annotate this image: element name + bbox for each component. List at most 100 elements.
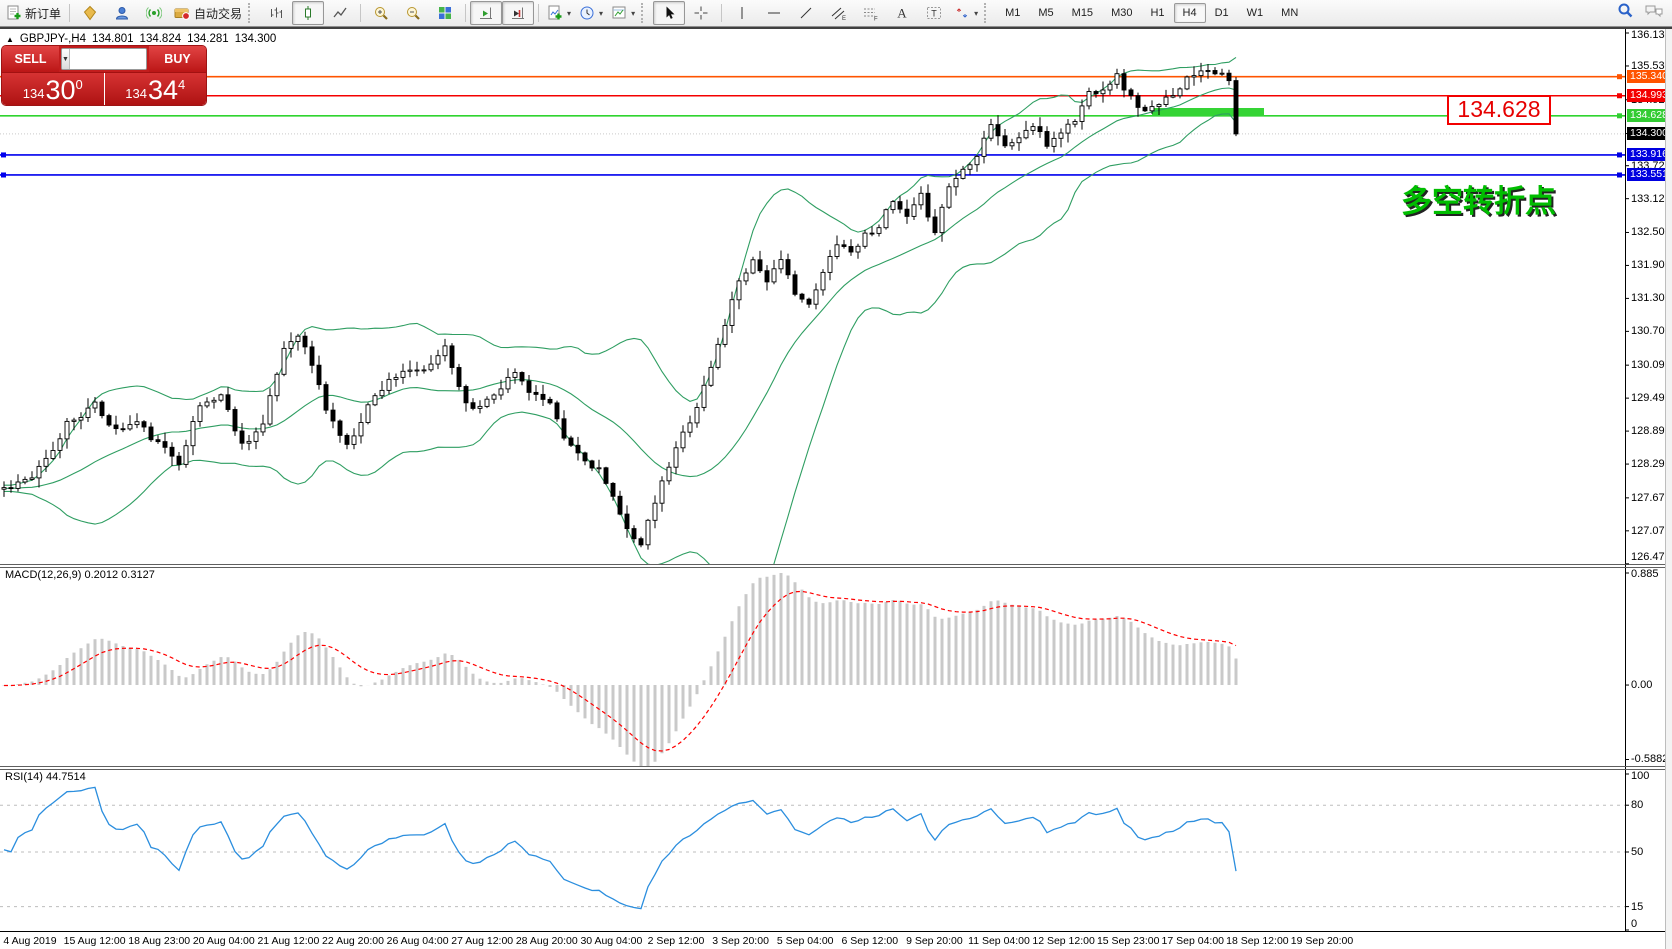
text-label-icon: T: [926, 5, 942, 21]
text-button[interactable]: A: [886, 1, 918, 25]
vertical-line-icon: [734, 5, 750, 21]
timeframe-button-h4[interactable]: H4: [1174, 3, 1206, 23]
chevron-down-icon: ▾: [599, 9, 603, 18]
turning-point-annotation[interactable]: 多空转折点: [1360, 176, 1556, 221]
cursor-icon: [661, 5, 677, 21]
time-axis-label: 4 Aug 2019: [3, 935, 56, 947]
candlestick-icon: [300, 5, 316, 21]
time-axis-label: 18 Aug 23:00: [128, 935, 190, 947]
line-chart-icon: [332, 5, 348, 21]
buy-price-big: 34: [148, 77, 178, 104]
timeframe-button-m1[interactable]: M1: [996, 3, 1029, 23]
one-click-trading-panel: SELL ▼ ▲ BUY 134300 134344: [2, 46, 206, 105]
timeframe-button-m30[interactable]: M30: [1102, 3, 1141, 23]
sell-price-sup: 0: [76, 77, 83, 92]
rsi-axis-tick: 80: [1631, 799, 1643, 811]
svg-text:A: A: [897, 6, 907, 21]
text-label-button[interactable]: T: [918, 1, 950, 25]
zoom-out-icon: [405, 5, 421, 21]
macd-axis-tick: 0.885: [1631, 568, 1659, 580]
line-chart-button[interactable]: [324, 1, 356, 25]
collapse-arrow-icon[interactable]: ▲: [6, 35, 14, 44]
time-axis-label: 12 Sep 12:00: [1032, 935, 1094, 947]
indicators-button[interactable]: ▾: [543, 1, 575, 25]
svg-text:E: E: [842, 16, 846, 21]
chart-plot-area[interactable]: [0, 29, 1625, 932]
equidistant-channel-button[interactable]: E: [822, 1, 854, 25]
trendline-button[interactable]: [790, 1, 822, 25]
timeframe-button-w1[interactable]: W1: [1238, 3, 1273, 23]
metaeditor-button[interactable]: [74, 1, 106, 25]
autotrading-button[interactable]: 自动交易: [170, 1, 246, 25]
timeframe-button-h1[interactable]: H1: [1141, 3, 1173, 23]
separator: [721, 4, 722, 22]
chart-shift-button[interactable]: [502, 1, 534, 25]
vertical-line-button[interactable]: [726, 1, 758, 25]
toolbar-right: [1617, 2, 1664, 24]
time-axis-label: 18 Sep 12:00: [1226, 935, 1288, 947]
rsi-axis-tick: 100: [1631, 770, 1649, 782]
buy-button[interactable]: BUY: [149, 46, 206, 72]
horizontal-line-button[interactable]: [758, 1, 790, 25]
buy-price-sup: 4: [178, 77, 185, 92]
candlestick-chart-button[interactable]: [292, 1, 324, 25]
templates-button[interactable]: ▾: [607, 1, 639, 25]
chart-shift-icon: [510, 5, 526, 21]
signals-button[interactable]: [138, 1, 170, 25]
sell-button[interactable]: SELL: [2, 46, 59, 72]
time-axis-label: 11 Sep 04:00: [968, 935, 1030, 947]
cursor-button[interactable]: [653, 1, 685, 25]
ohlc-open: 134.801: [92, 33, 134, 45]
chevron-down-icon: ▾: [631, 9, 635, 18]
new-order-button[interactable]: 新订单: [2, 1, 65, 25]
auto-scroll-icon: [478, 5, 494, 21]
arrows-button[interactable]: ▾: [950, 1, 982, 25]
ohlc-low: 134.281: [187, 33, 229, 45]
timeframe-button-m5[interactable]: M5: [1029, 3, 1062, 23]
separator: [538, 4, 539, 22]
new-order-icon: [6, 5, 22, 21]
indicators-icon: [547, 5, 563, 21]
price-annotation-box[interactable]: 134.628: [1447, 95, 1551, 125]
clock-icon: [579, 5, 595, 21]
rsi-axis-tick: 50: [1631, 846, 1643, 858]
volume-input[interactable]: [70, 49, 147, 69]
time-axis-label: 21 Aug 12:00: [257, 935, 319, 947]
periods-button[interactable]: ▾: [575, 1, 607, 25]
crosshair-button[interactable]: [685, 1, 717, 25]
time-axis-label: 5 Sep 04:00: [777, 935, 834, 947]
crosshair-icon: [693, 5, 709, 21]
svg-text:T: T: [931, 9, 937, 19]
zoom-out-button[interactable]: [397, 1, 429, 25]
bar-chart-button[interactable]: [260, 1, 292, 25]
timeframe-button-d1[interactable]: D1: [1206, 3, 1238, 23]
symbol-name: GBPJPY-,H4: [20, 33, 86, 45]
sell-price[interactable]: 134300: [2, 73, 104, 105]
time-axis-label: 19 Sep 20:00: [1291, 935, 1353, 947]
timeframe-button-m15[interactable]: M15: [1063, 3, 1102, 23]
template-icon: [611, 5, 627, 21]
chevron-down-icon: ▾: [567, 9, 571, 18]
ohlc-high: 134.824: [140, 33, 182, 45]
fibonacci-button[interactable]: F: [854, 1, 886, 25]
volume-decrease-button[interactable]: ▼: [62, 49, 70, 69]
time-axis-label: 28 Aug 20:00: [516, 935, 578, 947]
trendline-icon: [798, 5, 814, 21]
tile-windows-button[interactable]: [429, 1, 461, 25]
timeframe-group: M1M5M15M30H1H4D1W1MN: [996, 3, 1307, 23]
profile-button[interactable]: [106, 1, 138, 25]
auto-scroll-button[interactable]: [470, 1, 502, 25]
zoom-in-button[interactable]: [365, 1, 397, 25]
timeframe-button-mn[interactable]: MN: [1272, 3, 1307, 23]
channel-icon: E: [830, 5, 847, 21]
search-icon[interactable]: [1617, 2, 1634, 24]
time-axis-label: 15 Aug 12:00: [64, 935, 126, 947]
separator: [465, 4, 466, 22]
macd-axis-tick: -0.5882: [1631, 753, 1668, 765]
buy-price[interactable]: 134344: [105, 73, 207, 105]
time-axis-label: 9 Sep 20:00: [906, 935, 963, 947]
bar-chart-icon: [268, 5, 284, 21]
chat-icon[interactable]: [1644, 3, 1664, 24]
toolbar-grip: [984, 3, 993, 23]
svg-text:F: F: [874, 17, 878, 22]
